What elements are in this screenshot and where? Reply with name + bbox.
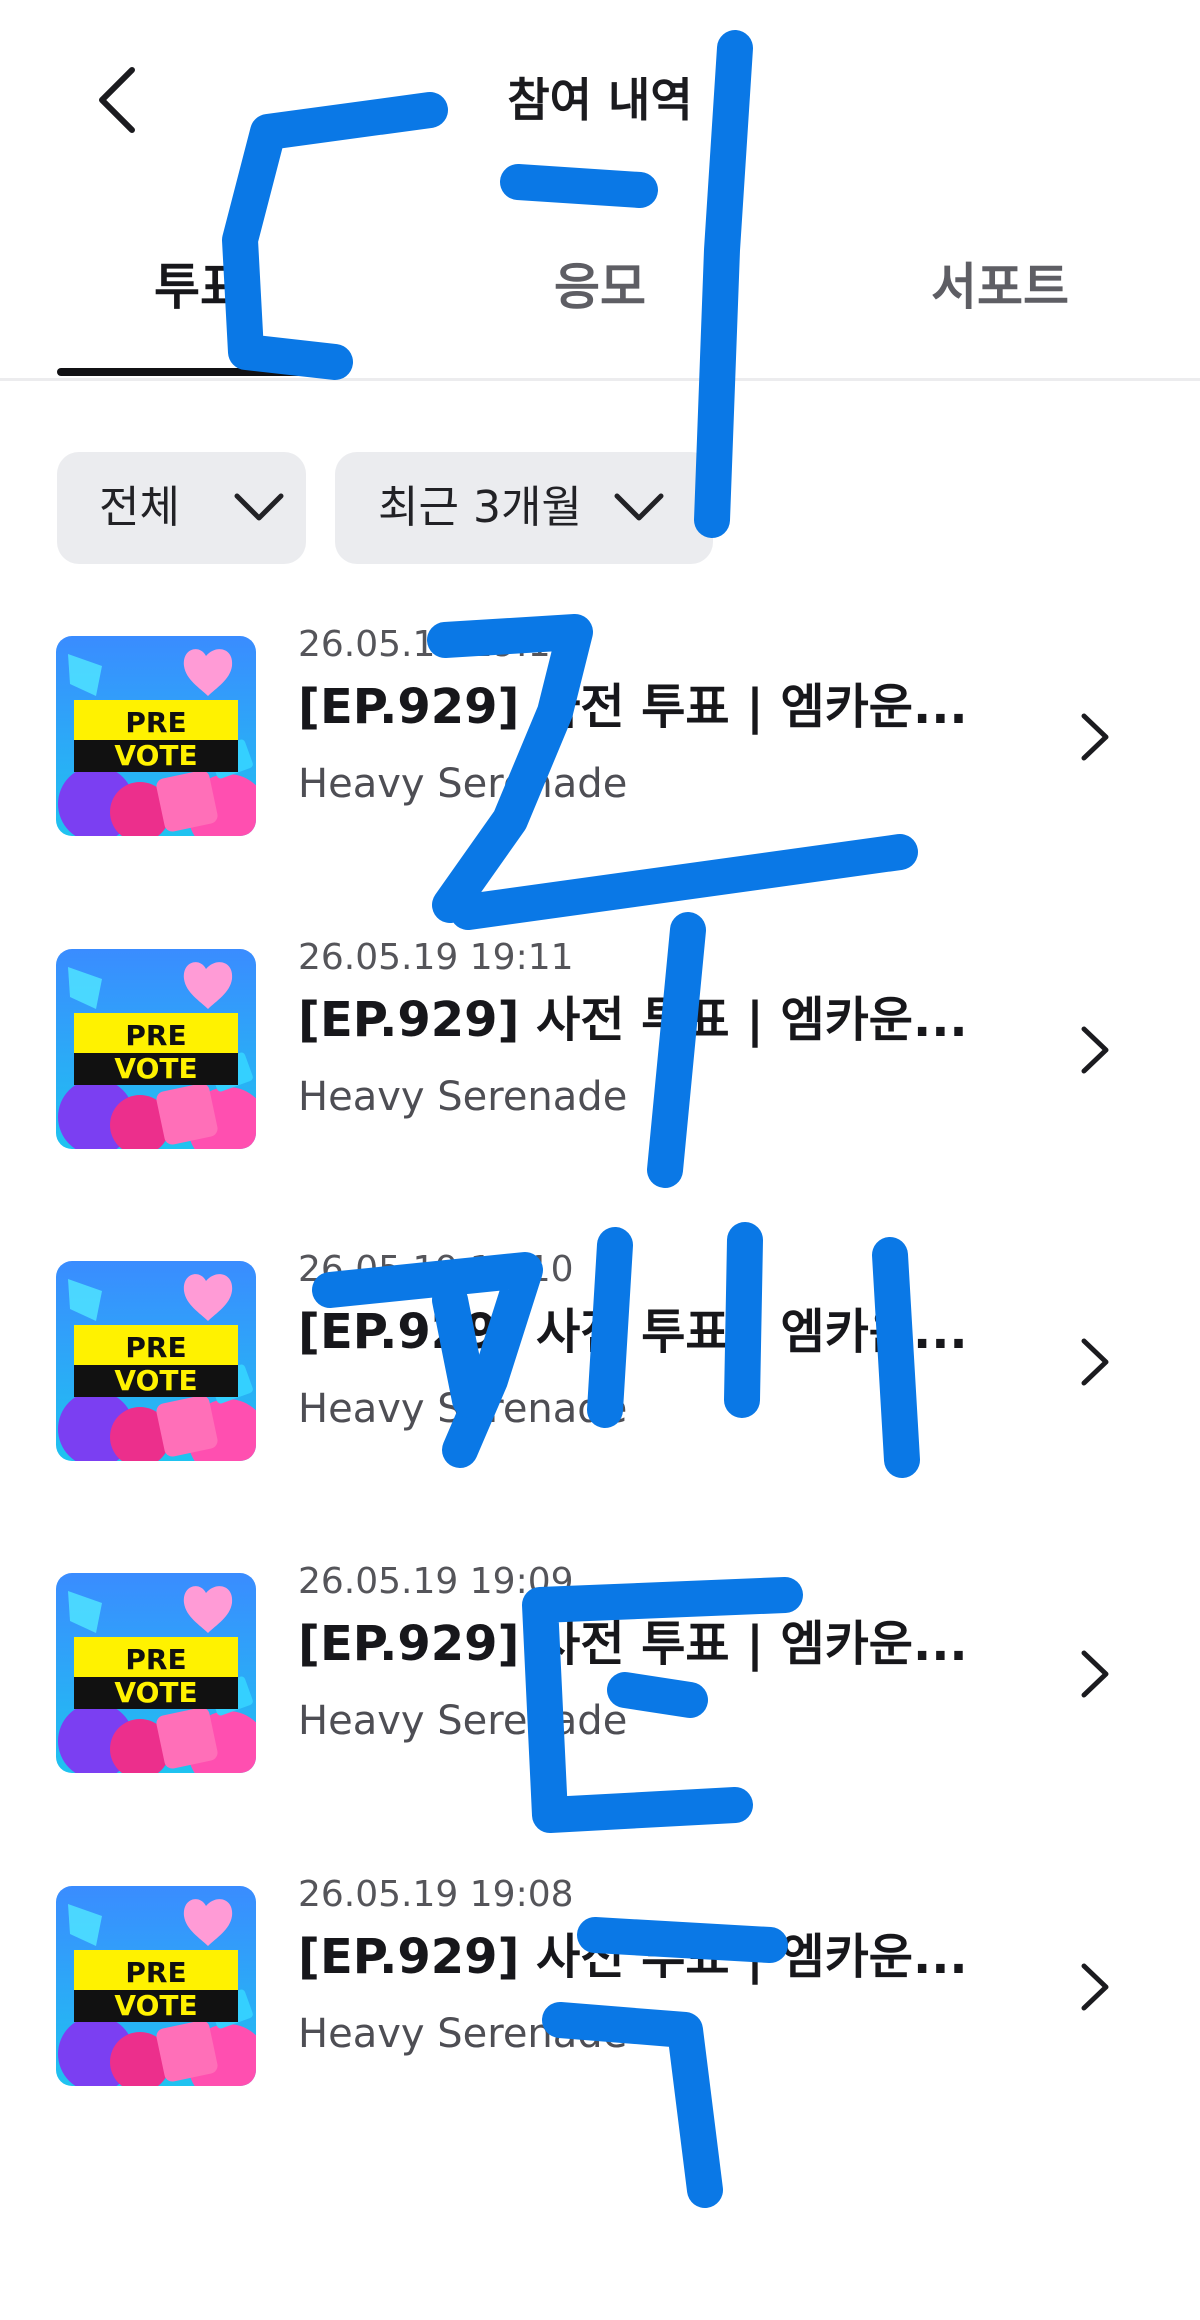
vote-subtitle: Heavy Serenade bbox=[298, 2011, 628, 2057]
vote-thumbnail: PRE VOTE bbox=[56, 1261, 256, 1461]
vote-subtitle: Heavy Serenade bbox=[298, 761, 628, 807]
vote-thumbnail: PRE VOTE bbox=[56, 949, 256, 1149]
thumbnail-text-vote: VOTE bbox=[114, 1989, 197, 2022]
tab-vote-label: 투표 bbox=[154, 258, 246, 316]
tab-support[interactable]: 서포트 bbox=[857, 236, 1143, 378]
chevron-down-icon bbox=[614, 493, 664, 521]
chevron-right-icon bbox=[1081, 1963, 1109, 2011]
active-tab-indicator bbox=[57, 368, 343, 376]
tab-support-label: 서포트 bbox=[931, 258, 1069, 316]
vote-date: 26.05.19 19:10 bbox=[298, 1249, 574, 1290]
vote-history-item[interactable]: PRE VOTE 26.05.19 19:11 [EP.929] 사전 투표 |… bbox=[0, 925, 1200, 1179]
vote-history-item[interactable]: PRE VOTE 26.05.19 19:12 [EP.929] 사전 투표 |… bbox=[0, 612, 1200, 866]
prevote-thumbnail-art: PRE VOTE bbox=[56, 1886, 256, 2086]
page-title: 참여 내역 bbox=[507, 73, 693, 127]
thumbnail-text-vote: VOTE bbox=[114, 1676, 197, 1709]
thumbnail-text-vote: VOTE bbox=[114, 739, 197, 772]
vote-date: 26.05.19 19:09 bbox=[298, 1561, 574, 1602]
chevron-right-icon bbox=[1081, 713, 1109, 761]
thumbnail-text-vote: VOTE bbox=[114, 1364, 197, 1397]
tab-vote[interactable]: 투표 bbox=[57, 236, 343, 378]
thumbnail-text-vote: VOTE bbox=[114, 1052, 197, 1085]
prevote-thumbnail-art: PRE VOTE bbox=[56, 1573, 256, 1773]
period-filter-dropdown[interactable]: 최근 3개월 bbox=[335, 452, 713, 564]
vote-history-item[interactable]: PRE VOTE 26.05.19 19:08 [EP.929] 사전 투표 |… bbox=[0, 1862, 1200, 2116]
vote-date: 26.05.19 19:12 bbox=[298, 624, 574, 665]
tab-entry-label: 응모 bbox=[554, 258, 646, 316]
prevote-thumbnail-art: PRE VOTE bbox=[56, 636, 256, 836]
vote-title: [EP.929] 사전 투표 | 엠카운... bbox=[298, 679, 968, 735]
period-filter-label: 최근 3개월 bbox=[378, 482, 582, 533]
tab-bar: 투표 응모 서포트 bbox=[0, 236, 1200, 381]
chevron-right-icon bbox=[1081, 1338, 1109, 1386]
vote-title: [EP.929] 사전 투표 | 엠카운... bbox=[298, 992, 968, 1048]
vote-subtitle: Heavy Serenade bbox=[298, 1386, 628, 1432]
vote-title: [EP.929] 사전 투표 | 엠카운... bbox=[298, 1929, 968, 1985]
thumbnail-text-pre: PRE bbox=[125, 1643, 186, 1676]
vote-title: [EP.929] 사전 투표 | 엠카운... bbox=[298, 1304, 968, 1360]
vote-thumbnail: PRE VOTE bbox=[56, 1573, 256, 1773]
vote-subtitle: Heavy Serenade bbox=[298, 1074, 628, 1120]
thumbnail-text-pre: PRE bbox=[125, 706, 186, 739]
category-filter-label: 전체 bbox=[99, 482, 180, 533]
chevron-right-icon bbox=[1081, 1026, 1109, 1074]
vote-history-item[interactable]: PRE VOTE 26.05.19 19:09 [EP.929] 사전 투표 |… bbox=[0, 1549, 1200, 1803]
vote-thumbnail: PRE VOTE bbox=[56, 1886, 256, 2086]
prevote-thumbnail-art: PRE VOTE bbox=[56, 1261, 256, 1461]
vote-title: [EP.929] 사전 투표 | 엠카운... bbox=[298, 1616, 968, 1672]
header: 참여 내역 bbox=[0, 0, 1200, 200]
tab-entry[interactable]: 응모 bbox=[457, 236, 743, 378]
category-filter-dropdown[interactable]: 전체 bbox=[57, 452, 306, 564]
thumbnail-text-pre: PRE bbox=[125, 1331, 186, 1364]
vote-date: 26.05.19 19:08 bbox=[298, 1874, 574, 1915]
thumbnail-text-pre: PRE bbox=[125, 1956, 186, 1989]
chevron-right-icon bbox=[1081, 1650, 1109, 1698]
vote-subtitle: Heavy Serenade bbox=[298, 1698, 628, 1744]
vote-date: 26.05.19 19:11 bbox=[298, 937, 574, 978]
thumbnail-text-pre: PRE bbox=[125, 1019, 186, 1052]
chevron-down-icon bbox=[234, 493, 284, 521]
vote-history-item[interactable]: PRE VOTE 26.05.19 19:10 [EP.929] 사전 투표 |… bbox=[0, 1237, 1200, 1491]
prevote-thumbnail-art: PRE VOTE bbox=[56, 949, 256, 1149]
vote-thumbnail: PRE VOTE bbox=[56, 636, 256, 836]
